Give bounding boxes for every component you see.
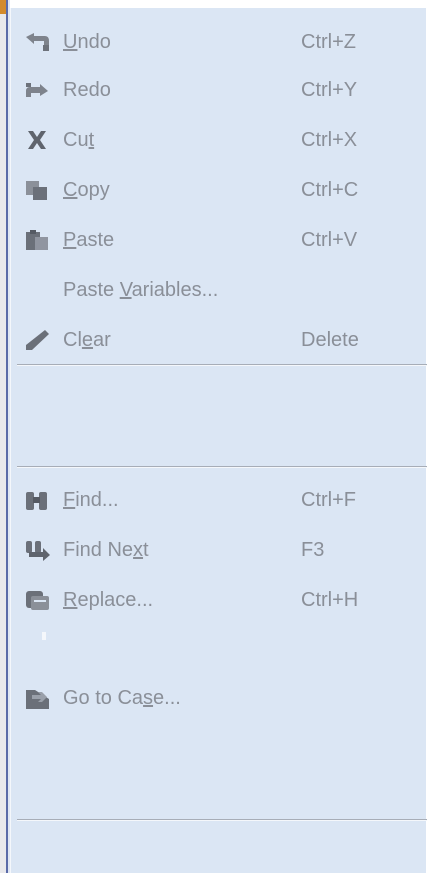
- copy-icon: [23, 179, 51, 201]
- menu-item-label: Replace...: [63, 589, 154, 611]
- menu-separator: [17, 364, 427, 366]
- menu-item-label: Clear: [63, 329, 111, 351]
- go-to-case-icon: [23, 687, 51, 709]
- edit-context-menu: Undo Ctrl+Z Redo Ctrl+Y Cut Ctrl+X Copy …: [10, 8, 427, 873]
- redo-icon: [23, 79, 51, 101]
- menu-item-label: Go to Case...: [63, 687, 181, 709]
- menu-item-find-next[interactable]: Find Next F3: [11, 530, 427, 570]
- menu-item-label: Copy: [63, 179, 110, 201]
- menu-item-paste-variables[interactable]: Paste Variables...: [11, 270, 427, 310]
- menu-item-replace[interactable]: Replace... Ctrl+H: [11, 580, 427, 620]
- menu-item-copy[interactable]: Copy Ctrl+C: [11, 170, 427, 210]
- menu-item-shortcut: Ctrl+H: [301, 589, 359, 611]
- menu-item-cut[interactable]: Cut Ctrl+X: [11, 120, 427, 160]
- paste-icon: [23, 229, 51, 251]
- cut-icon: [23, 129, 51, 151]
- eraser-icon: [23, 329, 51, 351]
- menu-item-shortcut: Ctrl+F: [301, 489, 356, 511]
- menu-separator: [17, 466, 427, 468]
- menu-item-shortcut: Ctrl+V: [301, 229, 358, 251]
- menu-item-undo[interactable]: Undo Ctrl+Z: [11, 22, 427, 62]
- menu-item-shortcut: Ctrl+X: [301, 129, 358, 151]
- replace-icon: [23, 589, 51, 611]
- menu-item-redo[interactable]: Redo Ctrl+Y: [11, 70, 427, 110]
- menu-item-label: Undo: [63, 31, 111, 53]
- menu-item-label: Redo: [63, 79, 111, 101]
- undo-icon: [23, 31, 51, 53]
- menu-separator: [17, 819, 427, 821]
- menu-item-shortcut: Delete: [301, 329, 359, 351]
- menu-item-shortcut: Ctrl+Y: [301, 79, 358, 101]
- app-frame: Undo Ctrl+Z Redo Ctrl+Y Cut Ctrl+X Copy …: [0, 0, 427, 873]
- menu-item-shortcut: F3: [301, 539, 325, 561]
- menu-item-shortcut: Ctrl+C: [301, 179, 359, 201]
- menu-item-clear[interactable]: Clear Delete: [11, 320, 427, 360]
- menu-item-go-to-case[interactable]: Go to Case...: [11, 678, 427, 718]
- window-edge-accent: [0, 0, 6, 14]
- menu-item-label: Paste: [63, 229, 115, 251]
- menu-item-find[interactable]: Find... Ctrl+F: [11, 480, 427, 520]
- menu-item-label: Find Next: [63, 539, 149, 561]
- menu-item-label: Paste Variables...: [63, 279, 219, 301]
- menu-item-paste[interactable]: Paste Ctrl+V: [11, 220, 427, 260]
- find-next-icon: [23, 539, 51, 561]
- window-edge: [0, 0, 10, 873]
- menu-item-label: Cut: [63, 129, 95, 151]
- menu-item-shortcut: Ctrl+Z: [301, 31, 356, 53]
- binoculars-icon: [23, 489, 51, 511]
- menu-item-label: Find...: [63, 489, 119, 511]
- spacer-mark: [42, 632, 46, 640]
